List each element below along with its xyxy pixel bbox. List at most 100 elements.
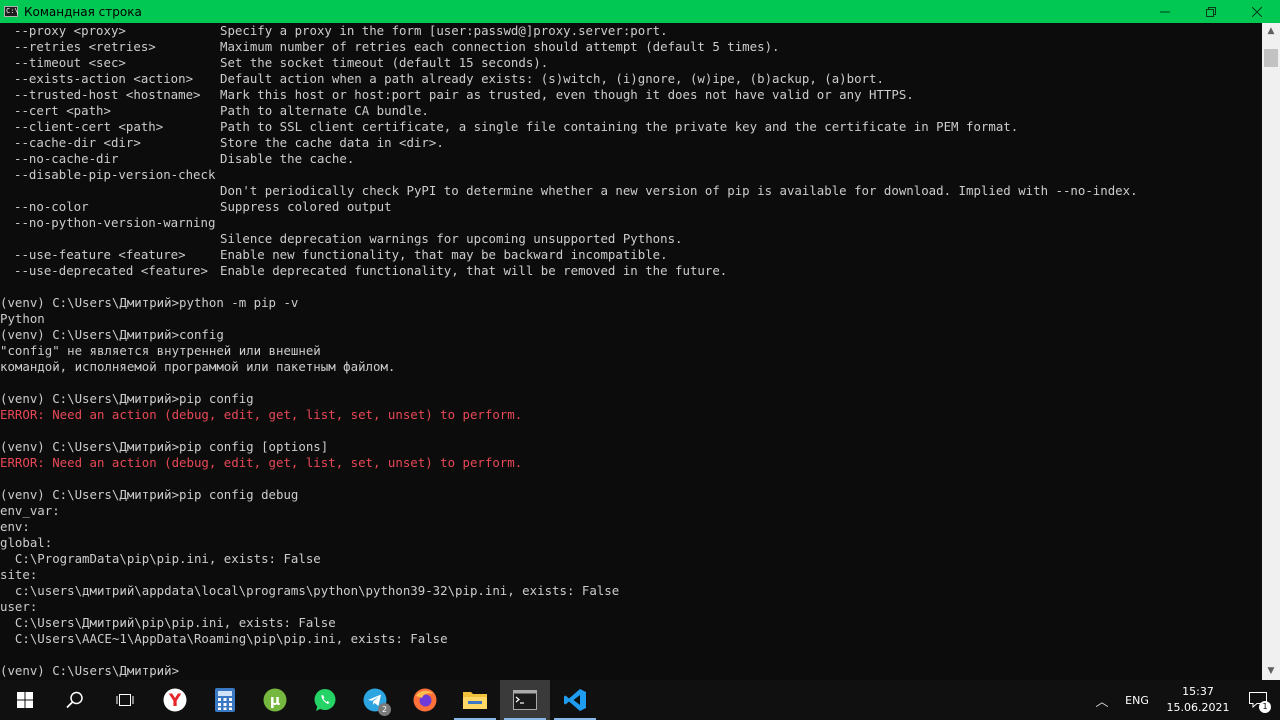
utorrent-button[interactable]: µ: [250, 680, 300, 720]
option-row: --cert <path> Path to alternate CA bundle…: [0, 103, 1262, 119]
scroll-up-icon[interactable]: ▲: [1262, 23, 1280, 40]
clock[interactable]: 15:37 15.06.2021: [1160, 684, 1236, 716]
option-flag: --no-python-version-warning: [14, 215, 216, 230]
option-description: Specify a proxy in the form [user:passwd…: [220, 23, 668, 38]
telegram-unread-badge: 2: [378, 703, 391, 716]
task-view-button[interactable]: [100, 680, 150, 720]
svg-text:Y: Y: [168, 691, 182, 711]
output-line: (venv) C:\Users\Дмитрий>: [0, 663, 1262, 679]
chevron-up-icon[interactable]: ︿: [1090, 691, 1114, 710]
cmd-icon: [513, 690, 537, 710]
line-text: global:: [0, 535, 53, 550]
line-text: ERROR: Need an action (debug, edit, get,…: [0, 407, 523, 422]
error-line: ERROR: Need an action (debug, edit, get,…: [0, 407, 1262, 423]
option-flag: --use-feature <feature>: [14, 247, 186, 262]
minimize-button[interactable]: [1142, 0, 1188, 23]
option-description: Path to alternate CA bundle.: [220, 103, 429, 118]
option-flag: --cache-dir <dir>: [14, 135, 141, 150]
option-description: Silence deprecation warnings for upcomin…: [220, 231, 683, 246]
output-line: C:\Users\AACE~1\AppData\Roaming\pip\pip.…: [0, 631, 1262, 647]
option-description: Disable the cache.: [220, 151, 355, 166]
line-text: (venv) C:\Users\Дмитрий>config: [0, 327, 224, 342]
calculator-button[interactable]: [200, 680, 250, 720]
option-row: --trusted-host <hostname> Mark this host …: [0, 87, 1262, 103]
output-line: "config" не является внутренней или внеш…: [0, 343, 1262, 359]
line-text: C:\ProgramData\pip\pip.ini, exists: Fals…: [0, 551, 321, 566]
option-flag: --exists-action <action>: [14, 71, 194, 86]
svg-text:µ: µ: [270, 693, 280, 709]
option-description: Default action when a path already exist…: [220, 71, 884, 86]
clock-time: 15:37: [1182, 685, 1214, 698]
window-title-bar[interactable]: C:\ Командная строка: [0, 0, 1280, 23]
vertical-scrollbar[interactable]: ▲ ▼: [1262, 23, 1280, 680]
line-text: C:\Users\AACE~1\AppData\Roaming\pip\pip.…: [0, 631, 448, 646]
option-description: Mark this host or host:port pair as trus…: [220, 87, 914, 102]
whatsapp-icon: [314, 689, 336, 711]
option-row: --no-python-version-warning: [0, 215, 1262, 231]
file-explorer-button[interactable]: [450, 680, 500, 720]
output-line: Python: [0, 311, 1262, 327]
output-line: C:\Users\Дмитрий\pip\pip.ini, exists: Fa…: [0, 615, 1262, 631]
option-flag: --proxy <proxy>: [14, 23, 126, 38]
yandex-browser-button[interactable]: Y: [150, 680, 200, 720]
output-line: c:\users\дмитрий\appdata\local\programs\…: [0, 583, 1262, 599]
option-row: --use-feature <feature> Enable new functi…: [0, 247, 1262, 263]
yandex-icon: Y: [163, 688, 187, 712]
scroll-down-icon[interactable]: ▼: [1262, 663, 1280, 680]
cmd-icon: C:\: [4, 6, 19, 17]
whatsapp-button[interactable]: [300, 680, 350, 720]
line-text: C:\Users\Дмитрий\pip\pip.ini, exists: Fa…: [0, 615, 336, 630]
vscode-button[interactable]: [550, 680, 600, 720]
notification-count-badge: 1: [1259, 701, 1271, 713]
option-flag: --disable-pip-version-check: [14, 167, 216, 182]
option-row: --client-cert <path> Path to SSL client c…: [0, 119, 1262, 135]
vscode-icon: [564, 689, 586, 711]
windows-logo-icon: [17, 692, 33, 708]
action-center-button[interactable]: 1: [1236, 680, 1280, 720]
language-indicator[interactable]: ENG: [1114, 694, 1160, 707]
option-row: --timeout <sec> Set the socket timeout (d…: [0, 55, 1262, 71]
restore-icon: [1206, 6, 1216, 17]
option-row: --no-cache-dir Disable the cache.: [0, 151, 1262, 167]
line-text: env_var:: [0, 503, 60, 518]
output-line: env:: [0, 519, 1262, 535]
firefox-button[interactable]: [400, 680, 450, 720]
console-output[interactable]: --proxy <proxy> Specify a proxy in the fo…: [0, 23, 1262, 680]
output-line: site:: [0, 567, 1262, 583]
output-line: (venv) C:\Users\Дмитрий>pip config [opti…: [0, 439, 1262, 455]
line-text: командой, исполняемой программой или пак…: [0, 359, 396, 374]
line-text: user:: [0, 599, 38, 614]
utorrent-icon: µ: [263, 688, 287, 712]
maximize-button[interactable]: [1188, 0, 1234, 23]
window-title: Командная строка: [24, 4, 142, 19]
option-row: Silence deprecation warnings for upcomin…: [0, 231, 1262, 247]
command-prompt-button[interactable]: [500, 680, 550, 720]
line-text: ERROR: Need an action (debug, edit, get,…: [0, 455, 523, 470]
output-line: global:: [0, 535, 1262, 551]
option-row: --proxy <proxy> Specify a proxy in the fo…: [0, 23, 1262, 39]
search-button[interactable]: [50, 680, 100, 720]
minimize-icon: [1160, 11, 1170, 12]
output-line: (venv) C:\Users\Дмитрий>config: [0, 327, 1262, 343]
option-description: Store the cache data in <dir>.: [220, 135, 444, 150]
output-line: командой, исполняемой программой или пак…: [0, 359, 1262, 375]
option-flag: --client-cert <path>: [14, 119, 164, 134]
option-description: Maximum number of retries each connectio…: [220, 39, 780, 54]
option-description: Path to SSL client certificate, a single…: [220, 119, 1019, 134]
start-button[interactable]: [0, 680, 50, 720]
firefox-icon: [413, 688, 437, 712]
close-button[interactable]: [1234, 0, 1280, 23]
calculator-icon: [215, 688, 235, 712]
line-text: c:\users\дмитрий\appdata\local\programs\…: [0, 583, 620, 598]
option-row: --no-color Suppress colored output: [0, 199, 1262, 215]
option-description: Enable new functionality, that may be ba…: [220, 247, 668, 262]
pip-help-options: --proxy <proxy> Specify a proxy in the fo…: [0, 23, 1262, 279]
output-line: env_var:: [0, 503, 1262, 519]
line-text: (venv) C:\Users\Дмитрий>: [0, 663, 180, 678]
scrollbar-thumb[interactable]: [1264, 49, 1278, 67]
telegram-button[interactable]: 2: [350, 680, 400, 720]
